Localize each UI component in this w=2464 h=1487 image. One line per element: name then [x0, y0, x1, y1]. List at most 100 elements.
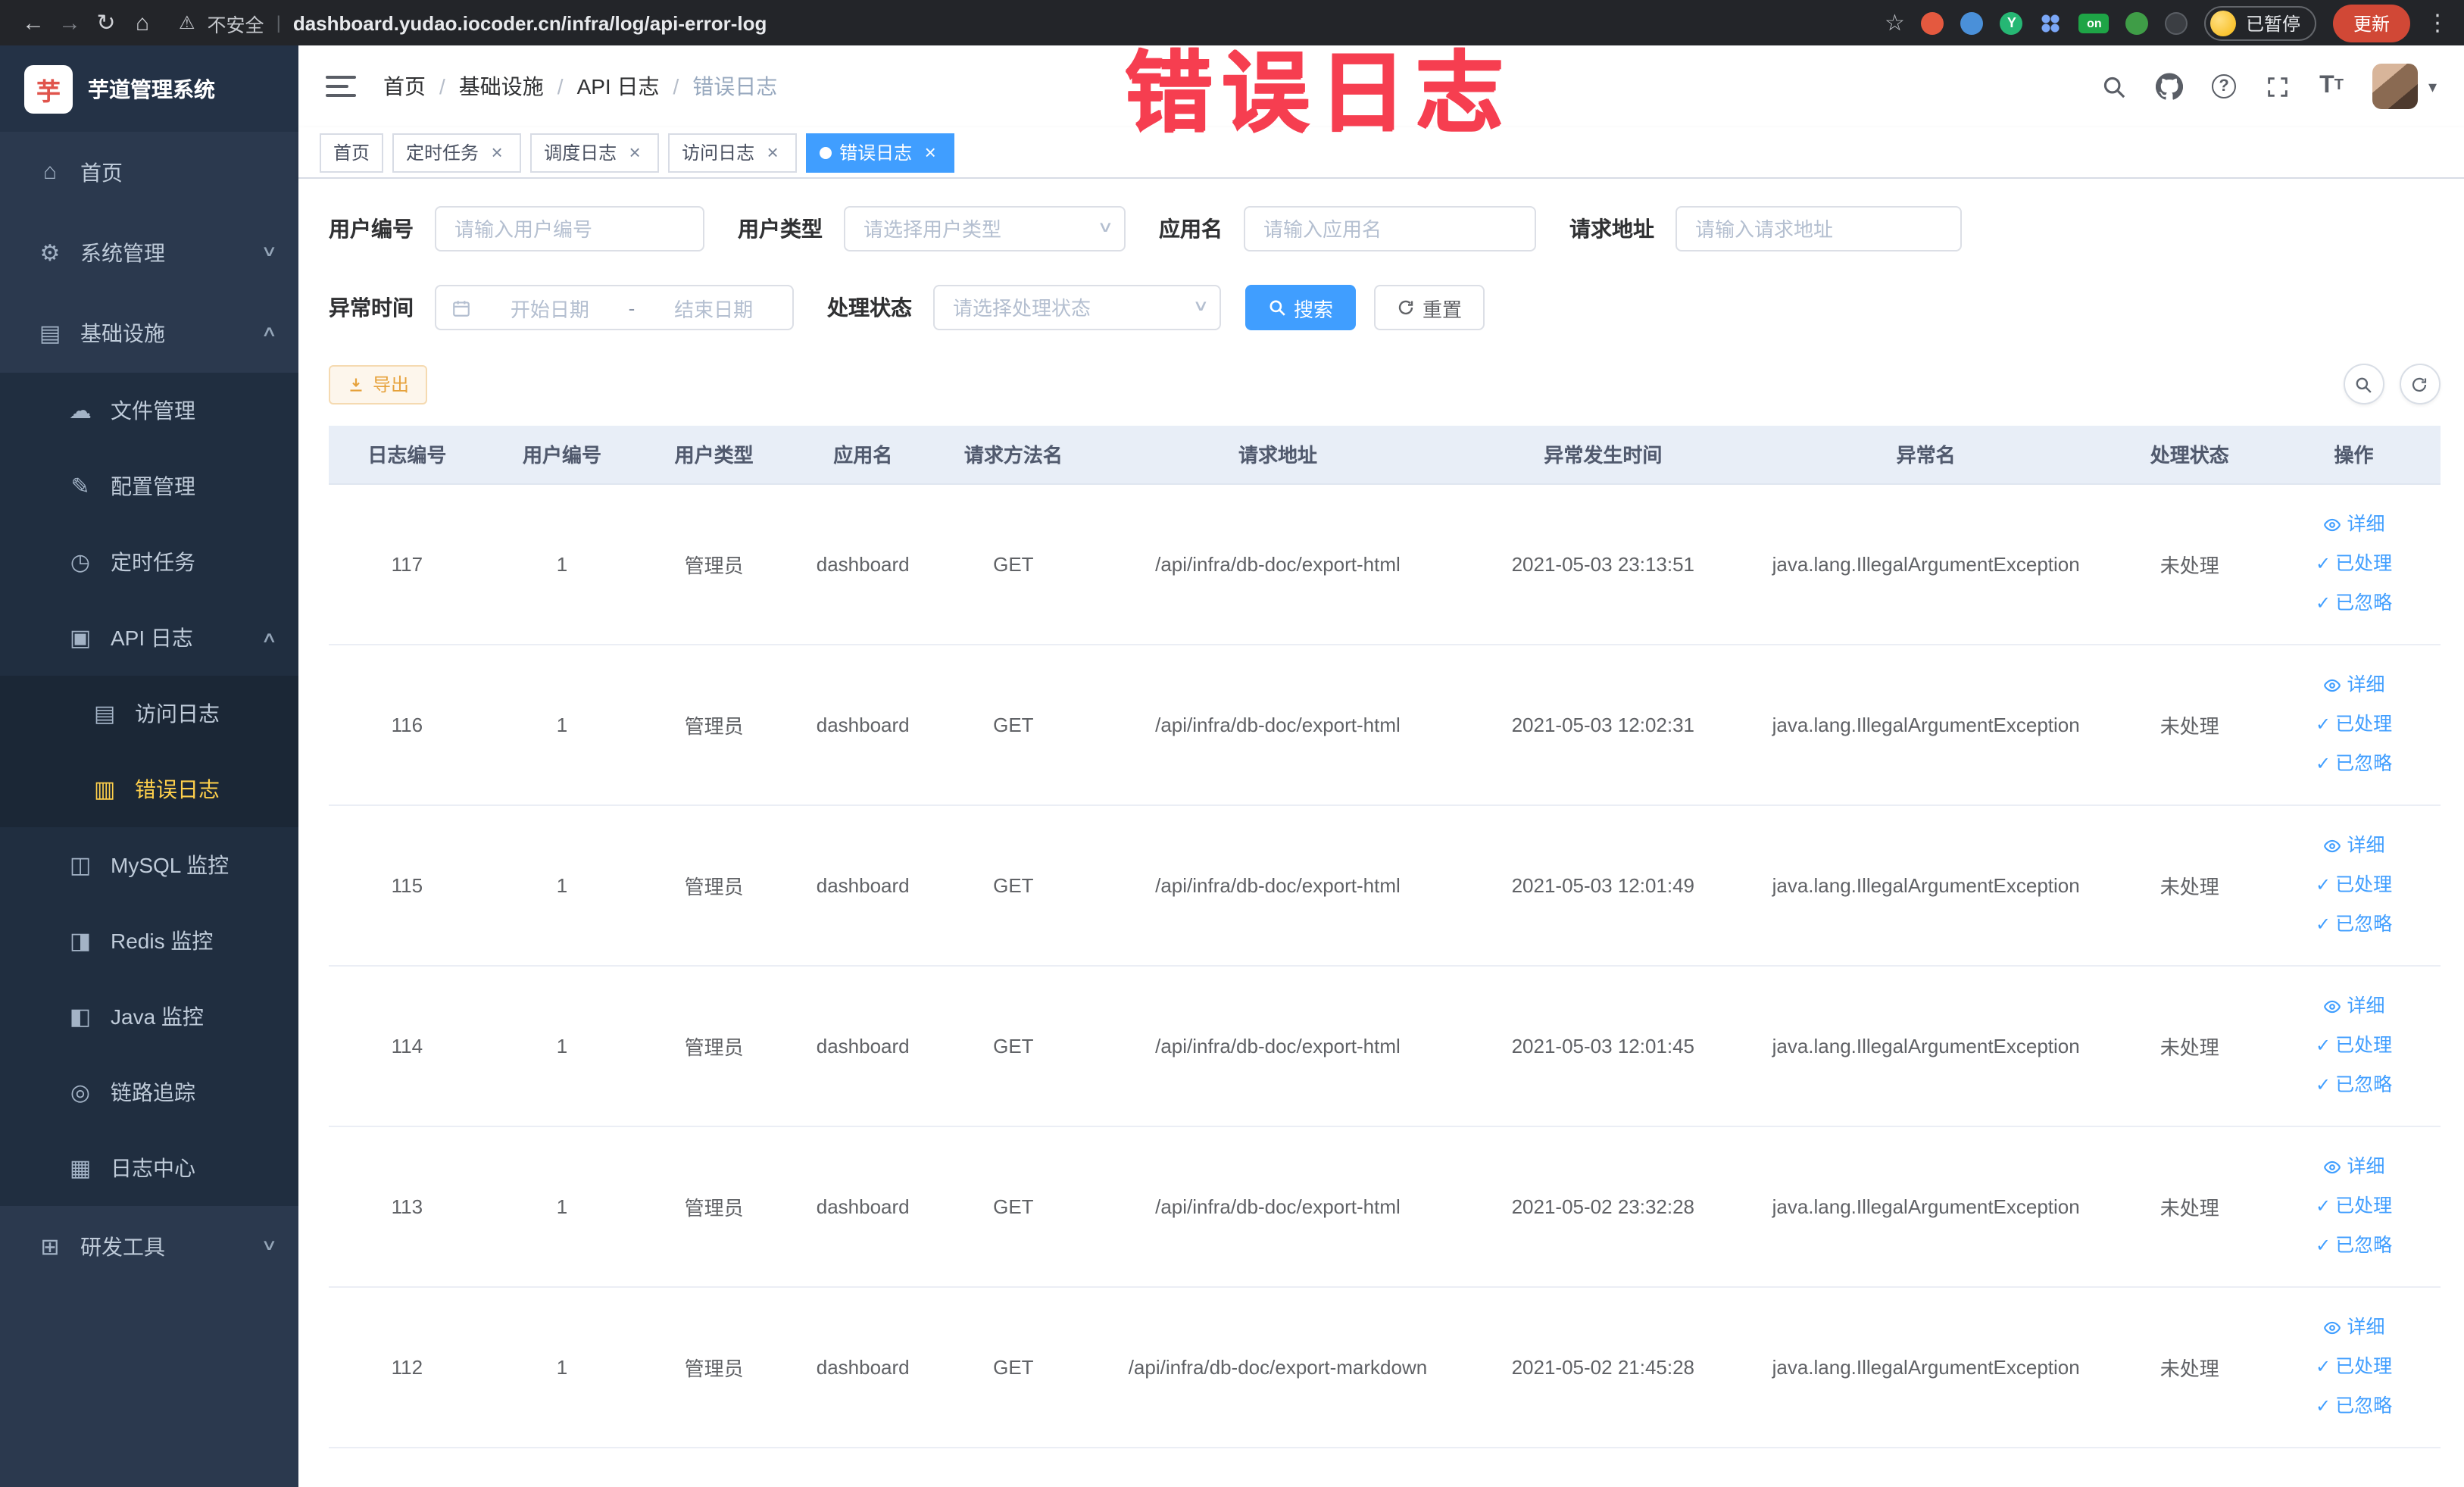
- action-processed-link[interactable]: ✓ 已处理: [2277, 704, 2431, 744]
- tab-access-log[interactable]: 访问日志 ×: [668, 133, 798, 172]
- action-ignored-link[interactable]: ✓ 已忽略: [2277, 904, 2431, 944]
- action-ignored-link[interactable]: ✓ 已忽略: [2277, 744, 2431, 783]
- tab-home[interactable]: 首页: [320, 133, 384, 172]
- tab-scheduled-tasks[interactable]: 定时任务 ×: [392, 133, 522, 172]
- extension-icon-blue[interactable]: [1960, 11, 1984, 34]
- back-icon[interactable]: ←: [15, 5, 52, 41]
- address-bar[interactable]: ⚠ 不安全 | dashboard.yudao.iocoder.cn/infra…: [179, 8, 767, 37]
- cell-exception-time: 2021-05-03 23:13:51: [1465, 483, 1741, 645]
- check-icon: ✓: [2315, 1074, 2331, 1095]
- breadcrumb-api-logs[interactable]: API 日志: [577, 71, 660, 102]
- action-processed-link[interactable]: ✓ 已处理: [2277, 865, 2431, 904]
- user-type-select[interactable]: ∨: [844, 206, 1126, 251]
- user-avatar-menu[interactable]: ▾: [2372, 64, 2437, 109]
- app-title: 芋道管理系统: [88, 77, 215, 101]
- action-processed-link[interactable]: ✓ 已处理: [2277, 1026, 2431, 1065]
- sidebar-item-config-management[interactable]: ✎ 配置管理: [0, 448, 298, 524]
- browser-home-icon[interactable]: ⌂: [124, 5, 161, 41]
- col-app-name: 应用名: [789, 426, 937, 484]
- extension-icon-leaf[interactable]: [2125, 11, 2149, 34]
- sidebar-item-redis-monitor[interactable]: ◨ Redis 监控: [0, 903, 298, 979]
- sidebar-item-error-log[interactable]: ▥ 错误日志: [0, 751, 298, 827]
- sidebar-item-file-management[interactable]: ☁ 文件管理: [0, 373, 298, 448]
- fullscreen-icon[interactable]: [2265, 73, 2291, 99]
- action-detail-link[interactable]: 详细: [2277, 986, 2431, 1026]
- action-detail-link[interactable]: 详细: [2277, 826, 2431, 865]
- extensions-puzzle-icon[interactable]: [2165, 11, 2188, 34]
- browser-menu-icon[interactable]: ⋮: [2426, 9, 2449, 36]
- bookmark-star-icon[interactable]: ☆: [1885, 9, 1905, 36]
- app-name-input[interactable]: [1244, 206, 1536, 251]
- action-ignored-link[interactable]: ✓ 已忽略: [2277, 1065, 2431, 1104]
- github-icon[interactable]: [2156, 73, 2184, 100]
- sidebar-item-scheduled-tasks[interactable]: ◷ 定时任务: [0, 524, 298, 600]
- action-ignored-link[interactable]: ✓ 已忽略: [2277, 1226, 2431, 1265]
- refresh-table-button[interactable]: [2399, 364, 2440, 405]
- action-ignored-link[interactable]: ✓ 已忽略: [2277, 583, 2431, 623]
- view-icon: [2324, 1320, 2341, 1334]
- help-icon[interactable]: ?: [2212, 74, 2237, 98]
- cell-process-status: 未处理: [2111, 1126, 2269, 1287]
- cell-user-id: 1: [485, 965, 639, 1126]
- cell-process-status: 未处理: [2111, 804, 2269, 966]
- toggle-search-button[interactable]: [2343, 364, 2384, 405]
- close-icon[interactable]: ×: [486, 142, 507, 163]
- process-status-select[interactable]: ∨: [933, 285, 1221, 330]
- extension-icon-grid[interactable]: [2039, 11, 2063, 34]
- cell-exception-name: java.lang.IllegalArgumentException: [1740, 965, 2112, 1126]
- browser-toolbar-right: ☆ Y on 已暂停 更新 ⋮: [1885, 4, 2449, 42]
- sidebar-item-trace[interactable]: ◎ 链路追踪: [0, 1054, 298, 1130]
- sidebar-item-home[interactable]: ⌂ 首页: [0, 132, 298, 212]
- extension-icon-red[interactable]: [1921, 11, 1944, 34]
- process-status-select-input[interactable]: [933, 285, 1221, 330]
- hamburger-icon[interactable]: [326, 76, 356, 97]
- filter-process-status: 处理状态 ∨: [827, 285, 1221, 330]
- col-request-url: 请求地址: [1090, 426, 1466, 484]
- java-icon: ◧: [69, 1004, 92, 1030]
- user-type-select-input[interactable]: [844, 206, 1126, 251]
- user-id-input[interactable]: [435, 206, 704, 251]
- sidebar-item-infrastructure[interactable]: ▤ 基础设施 ∧: [0, 292, 298, 373]
- action-detail-link[interactable]: 详细: [2277, 505, 2431, 544]
- export-button[interactable]: 导出: [329, 364, 428, 404]
- infrastructure-icon: ▤: [39, 320, 61, 346]
- date-range-picker[interactable]: 开始日期 - 结束日期: [435, 285, 794, 330]
- action-ignored-link[interactable]: ✓ 已忽略: [2277, 1386, 2431, 1426]
- action-processed-link[interactable]: ✓ 已处理: [2277, 1186, 2431, 1226]
- table-row: 113 1 管理员 dashboard GET /api/infra/db-do…: [329, 1126, 2440, 1287]
- font-size-icon[interactable]: TT: [2319, 73, 2344, 98]
- extension-icon-green[interactable]: Y: [2000, 11, 2023, 34]
- tab-dispatch-log[interactable]: 调度日志 ×: [530, 133, 660, 172]
- view-icon: [2324, 999, 2341, 1013]
- sidebar-item-api-logs[interactable]: ▣ API 日志 ∧: [0, 600, 298, 676]
- cell-method: GET: [936, 804, 1091, 966]
- sidebar-item-system-management[interactable]: ⚙ 系统管理 ∨: [0, 212, 298, 292]
- sidebar-item-log-center[interactable]: ▦ 日志中心: [0, 1130, 298, 1206]
- sidebar-item-mysql-monitor[interactable]: ◫ MySQL 监控: [0, 827, 298, 903]
- browser-update-button[interactable]: 更新: [2333, 4, 2409, 42]
- action-processed-link[interactable]: ✓ 已处理: [2277, 544, 2431, 583]
- forward-icon[interactable]: →: [52, 5, 88, 41]
- action-detail-link[interactable]: 详细: [2277, 1307, 2431, 1347]
- close-icon[interactable]: ×: [624, 142, 645, 163]
- request-url-input[interactable]: [1675, 206, 1962, 251]
- search-icon[interactable]: [2101, 73, 2127, 99]
- profile-paused-chip[interactable]: 已暂停: [2204, 5, 2317, 40]
- breadcrumb-infrastructure[interactable]: 基础设施: [459, 71, 544, 102]
- sidebar-item-dev-tools[interactable]: ⊞ 研发工具 ∨: [0, 1206, 298, 1286]
- action-processed-link[interactable]: ✓ 已处理: [2277, 1347, 2431, 1386]
- sidebar-item-java-monitor[interactable]: ◧ Java 监控: [0, 979, 298, 1054]
- close-icon[interactable]: ×: [920, 142, 941, 163]
- reset-button[interactable]: 重置: [1374, 285, 1485, 330]
- sidebar-item-access-log[interactable]: ▤ 访问日志: [0, 676, 298, 751]
- extension-on-badge[interactable]: on: [2078, 13, 2110, 33]
- tab-error-log[interactable]: 错误日志 ×: [806, 133, 955, 172]
- action-detail-link[interactable]: 详细: [2277, 1147, 2431, 1186]
- action-detail-link[interactable]: 详细: [2277, 665, 2431, 704]
- breadcrumb-home[interactable]: 首页: [383, 71, 426, 102]
- reload-icon[interactable]: ↻: [88, 5, 124, 41]
- search-button[interactable]: 搜索: [1245, 285, 1357, 330]
- cell-user-type: 管理员: [639, 1286, 789, 1448]
- close-icon[interactable]: ×: [762, 142, 783, 163]
- url-text: dashboard.yudao.iocoder.cn/infra/log/api…: [292, 11, 767, 34]
